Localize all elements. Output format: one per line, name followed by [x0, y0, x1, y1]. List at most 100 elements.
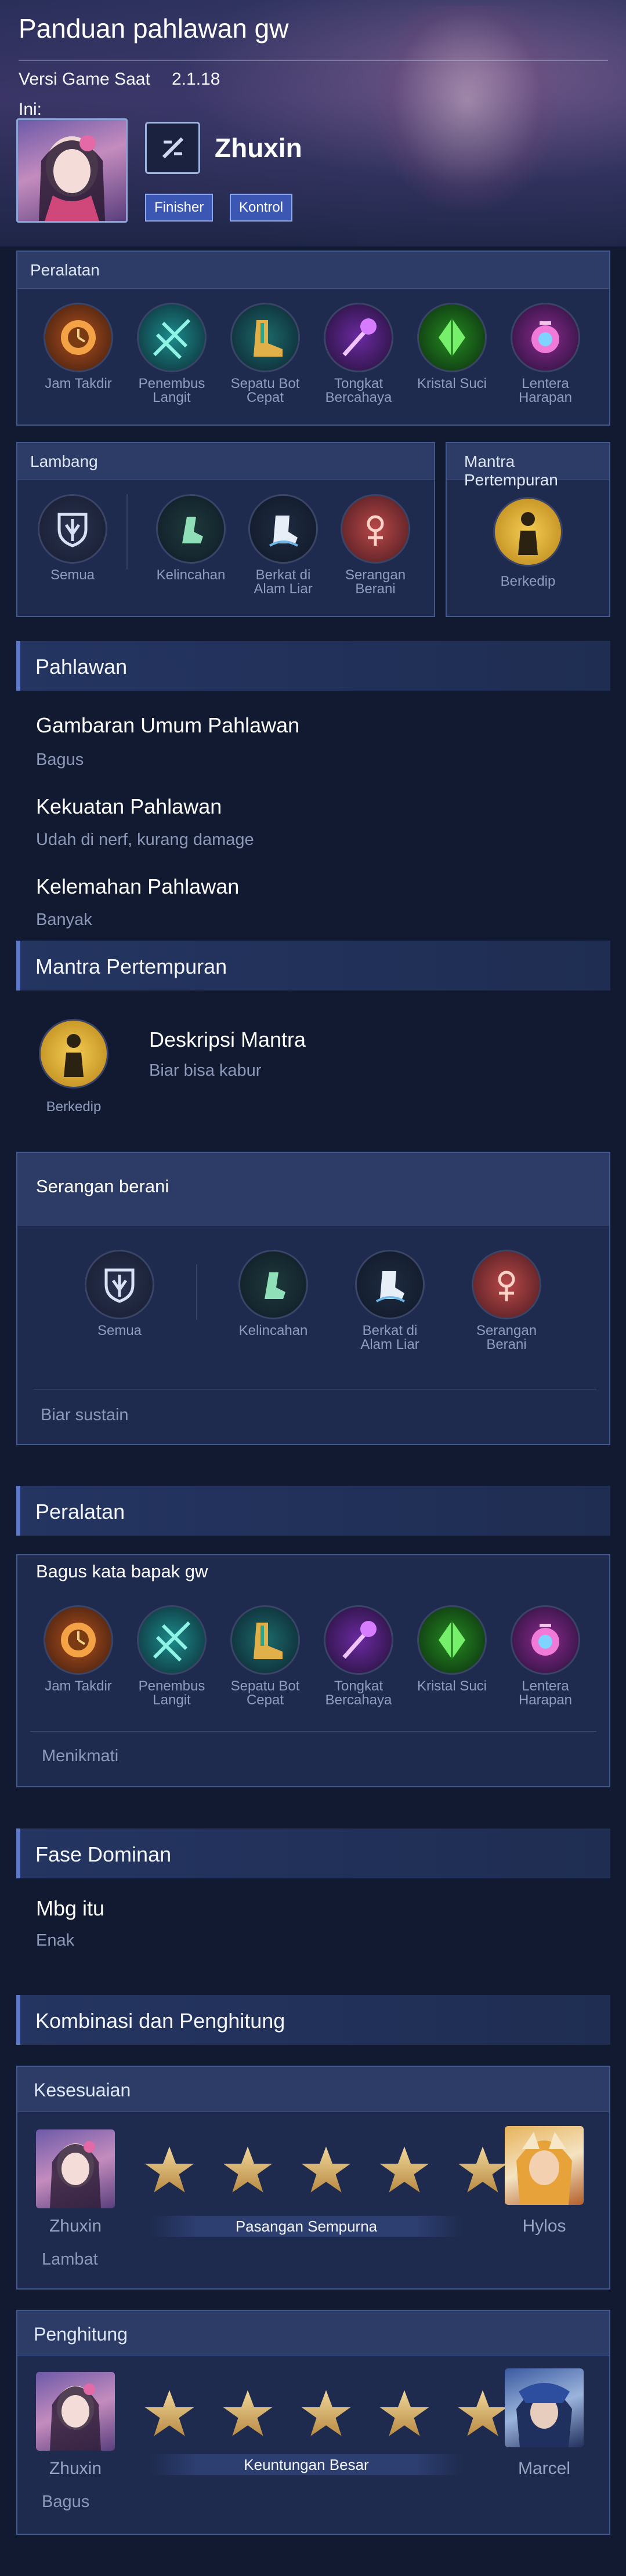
brave-smite-icon: [472, 1250, 541, 1319]
compat-right-name: Hylos: [522, 2216, 566, 2236]
emblem-panel-title: Lambang: [17, 443, 434, 480]
emblem-talent-2-label: Berkat di Alam Liar: [254, 567, 313, 597]
emblem-detail-divider: [196, 1264, 197, 1320]
emblem-detail-talent-3-label: Serangan Berani: [476, 1323, 537, 1352]
basic-emblem-icon: [38, 494, 107, 564]
dominant-heading: Mbg itu: [36, 1896, 105, 1920]
emblem-detail-talent-1[interactable]: Kelincahan: [230, 1250, 317, 1338]
emblem-detail-talent-1-label: Kelincahan: [238, 1323, 308, 1338]
overview-text: Bagus: [36, 750, 84, 769]
spell-flicker[interactable]: Berkedip: [484, 497, 571, 589]
wilderness-blessing-icon: [248, 494, 318, 564]
build-note: Menikmati: [42, 1747, 119, 1765]
counter-note: Bagus: [42, 2492, 90, 2511]
compat-left-avatar[interactable]: [36, 2129, 115, 2208]
compat-note: Lambat: [42, 2250, 98, 2269]
equipment-item-1[interactable]: Jam Takdir: [35, 303, 122, 391]
compat-stars: [143, 2143, 509, 2200]
section-peralatan: Peralatan: [16, 1486, 610, 1536]
emblem-detail-talent-2-label: Berkat di Alam Liar: [360, 1323, 419, 1352]
skypiercer-icon: [137, 303, 207, 372]
compat-star-icon: [221, 2143, 274, 2200]
glowing-wand-icon: [324, 303, 393, 372]
equipment-item-6-label: Lentera Harapan: [518, 376, 573, 405]
boots-icon: [230, 303, 300, 372]
equipment-item-6[interactable]: Lentera Harapan: [502, 303, 589, 405]
overview-title: Gambaran Umum Pahlawan: [36, 713, 300, 737]
build-item-2-label: Penembus Langit: [138, 1678, 205, 1708]
build-item-4-label: Tongkat Bercahaya: [325, 1678, 392, 1708]
build-item-6[interactable]: Lentera Harapan: [502, 1605, 589, 1707]
build-rule: [30, 1731, 596, 1732]
emblem-talent-1[interactable]: Kelincahan: [147, 494, 234, 582]
equipment-item-5[interactable]: Kristal Suci: [408, 303, 495, 391]
mantra-desc-text: Biar bisa kabur: [149, 1061, 262, 1080]
spell-label: Berkedip: [500, 574, 556, 589]
counter-left-avatar[interactable]: [36, 2372, 115, 2451]
weakness-text: Banyak: [36, 910, 92, 929]
ini-label: Ini:: [19, 100, 42, 119]
build-item-6-label: Lentera Harapan: [518, 1678, 573, 1708]
build-item-2[interactable]: Penembus Langit: [128, 1605, 215, 1707]
build-item-4[interactable]: Tongkat Bercahaya: [315, 1605, 402, 1707]
role-icon: [145, 122, 200, 174]
compat-left-name: Zhuxin: [49, 2216, 102, 2236]
compat-star-icon: [143, 2143, 196, 2200]
flicker-icon: [39, 1019, 108, 1089]
strength-title: Kekuatan Pahlawan: [36, 794, 222, 818]
emblem-talent-3-label: Serangan Berani: [345, 567, 406, 597]
glowing-wand-icon: [324, 1605, 393, 1675]
equipment-item-2[interactable]: Penembus Langit: [128, 303, 215, 405]
hero-portrait[interactable]: [16, 118, 128, 223]
emblem-detail-talent-2[interactable]: Berkat di Alam Liar: [346, 1250, 433, 1352]
agility-icon: [238, 1250, 308, 1319]
emblem-main[interactable]: Semua: [29, 494, 116, 582]
mantra-desc-title: Deskripsi Mantra: [149, 1028, 306, 1051]
build-title: Bagus kata bapak gw: [36, 1561, 208, 1581]
title-divider: [19, 60, 608, 61]
boots-icon: [230, 1605, 300, 1675]
counter-left-name: Zhuxin: [49, 2459, 102, 2478]
equipment-item-5-label: Kristal Suci: [417, 376, 487, 391]
clock-of-destiny-icon: [44, 303, 113, 372]
equipment-item-1-label: Jam Takdir: [45, 376, 112, 391]
emblem-divider: [126, 494, 128, 569]
build-item-3-label: Sepatu Bot Cepat: [230, 1678, 300, 1708]
holy-crystal-icon: [417, 1605, 487, 1675]
mantra-flicker[interactable]: Berkedip: [30, 1019, 117, 1114]
equipment-item-4-label: Tongkat Bercahaya: [325, 376, 392, 405]
emblem-detail-main[interactable]: Semua: [76, 1250, 163, 1338]
hero-name: Zhuxin: [215, 133, 302, 163]
equipment-item-3-label: Sepatu Bot Cepat: [230, 376, 300, 405]
section-fase-dominan: Fase Dominan: [16, 1828, 610, 1878]
spell-panel-title: Mantra Pertempuran: [447, 443, 609, 489]
mantra-label: Berkedip: [46, 1099, 102, 1115]
counter-stars: [143, 2387, 509, 2443]
basic-emblem-icon: [85, 1250, 154, 1319]
weakness-title: Kelemahan Pahlawan: [36, 875, 240, 898]
lantern-icon: [511, 1605, 580, 1675]
tag-kontrol: Kontrol: [230, 194, 293, 222]
compat-star-icon: [378, 2143, 431, 2200]
hero-splash-art: [371, 6, 563, 215]
compat-star-icon: [456, 2143, 509, 2200]
build-item-3[interactable]: Sepatu Bot Cepat: [222, 1605, 309, 1707]
build-item-5[interactable]: Kristal Suci: [408, 1605, 495, 1693]
compat-right-avatar[interactable]: [505, 2126, 584, 2205]
counter-right-name: Marcel: [518, 2459, 570, 2478]
version-label: Versi Game Saat: [19, 70, 150, 89]
emblem-talent-3[interactable]: Serangan Berani: [332, 494, 419, 596]
agility-icon: [156, 494, 226, 564]
emblem-detail-talent-3[interactable]: Serangan Berani: [463, 1250, 550, 1352]
holy-crystal-icon: [417, 303, 487, 372]
equipment-item-3[interactable]: Sepatu Bot Cepat: [222, 303, 309, 405]
emblem-main-label: Semua: [50, 567, 95, 583]
equipment-panel-title: Peralatan: [17, 252, 609, 289]
compat-star-icon: [299, 2143, 353, 2200]
counter-star-icon: [143, 2387, 196, 2443]
equipment-item-4[interactable]: Tongkat Bercahaya: [315, 303, 402, 405]
equipment-item-2-label: Penembus Langit: [138, 376, 205, 405]
build-item-1[interactable]: Jam Takdir: [35, 1605, 122, 1693]
emblem-talent-2[interactable]: Berkat di Alam Liar: [240, 494, 327, 596]
counter-right-avatar[interactable]: [505, 2368, 584, 2447]
